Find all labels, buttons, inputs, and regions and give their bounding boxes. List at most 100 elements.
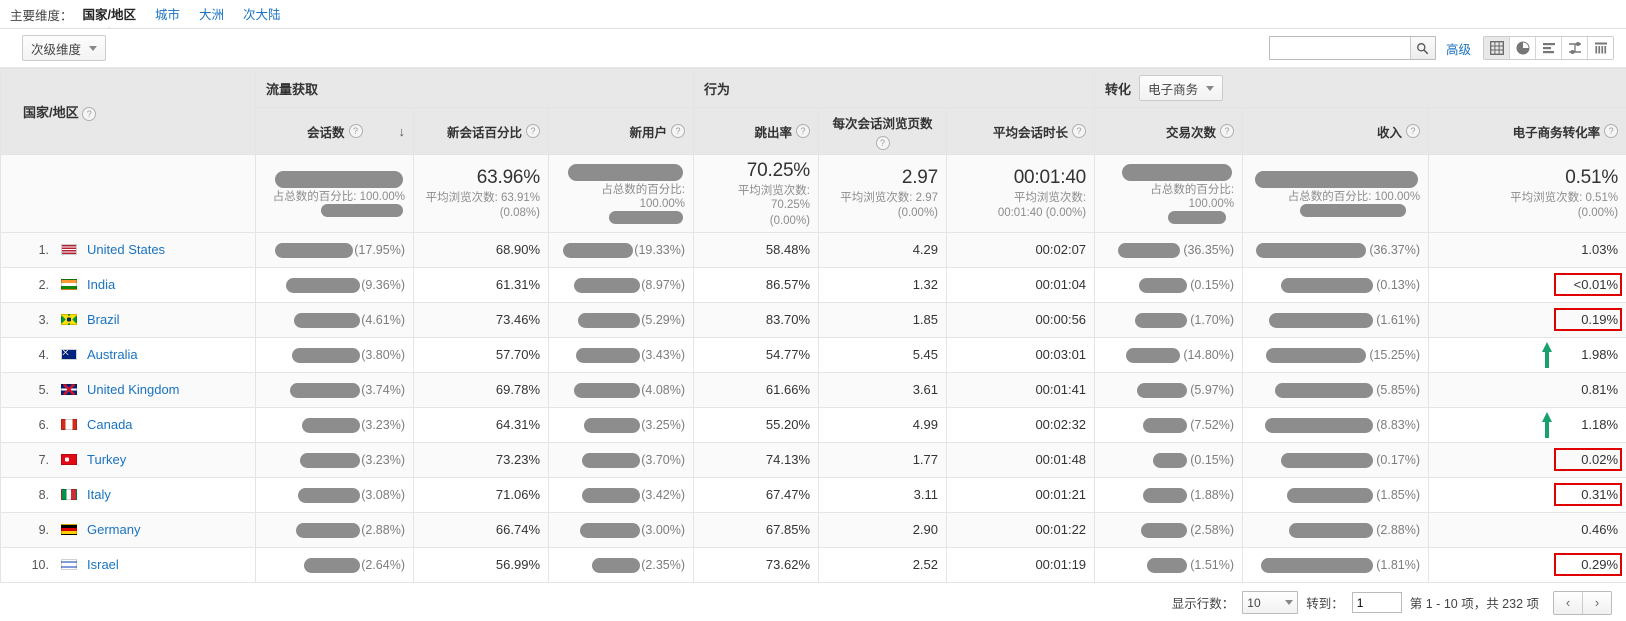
column-label-revenue: 收入 xyxy=(1377,125,1403,140)
cell-bounce-rate: 61.66% xyxy=(693,371,820,408)
summary-sub2-bounce-rate: (0.00%) xyxy=(769,214,811,227)
cell-sessions: (2.64%) xyxy=(255,546,414,583)
pie-chart-icon xyxy=(1516,41,1529,55)
summary-sub-new-users: 占总数的百分比: 100.00% xyxy=(601,183,686,210)
help-icon[interactable]: ? xyxy=(1406,124,1421,138)
dimension-tab-country[interactable]: 国家/地区 xyxy=(83,4,136,25)
cell-ecommerce-conv-rate: 1.18% xyxy=(1428,406,1626,443)
table-view-icon[interactable] xyxy=(1484,37,1510,59)
summary-cell-transactions: 占总数的百分比: 100.00% xyxy=(1094,154,1244,233)
cell-new-session-pct: 73.23% xyxy=(413,441,549,478)
cell-transactions-pct: (2.58%) xyxy=(1190,522,1235,537)
help-icon[interactable]: ? xyxy=(1220,124,1235,138)
row-index: 5. xyxy=(38,382,49,397)
column-header-revenue[interactable]: 收入 ? xyxy=(1242,107,1430,155)
row-country-cell[interactable]: 2. India xyxy=(0,266,256,303)
secondary-dimension-button[interactable]: 次级维度 xyxy=(22,35,107,61)
cell-bounce-rate-value: 86.57% xyxy=(765,277,811,293)
performance-view-icon[interactable] xyxy=(1536,37,1562,59)
help-icon[interactable]: ? xyxy=(796,124,811,138)
redaction-blob xyxy=(294,312,361,328)
dimension-tab-continent[interactable]: 大洲 xyxy=(199,4,224,25)
summary-sub-new-session-pct: 平均浏览次数: 63.91% xyxy=(425,191,540,204)
goto-page-input[interactable] xyxy=(1351,592,1402,614)
redaction-blob xyxy=(582,487,641,503)
sort-descending-icon[interactable]: ↓ xyxy=(399,124,406,139)
column-header-pages-per-session[interactable]: 每次会话浏览页数 ? xyxy=(818,107,948,155)
row-index: 3. xyxy=(38,312,49,327)
cell-new-session-pct-value: 61.31% xyxy=(495,277,540,293)
column-header-new-session-pct[interactable]: 新会话百分比 ? xyxy=(413,107,549,155)
column-header-ecommerce-conv-rate[interactable]: 电子商务转化率 ? xyxy=(1428,107,1626,155)
help-icon[interactable]: ? xyxy=(348,124,363,138)
cell-new-users: (3.25%) xyxy=(547,406,695,443)
column-header-bounce-rate[interactable]: 跳出率 ? xyxy=(693,107,820,155)
row-country-cell[interactable]: 1. United States xyxy=(0,231,256,268)
search-button[interactable] xyxy=(1409,37,1435,59)
country-link[interactable]: Canada xyxy=(87,417,133,432)
cell-revenue: (5.85%) xyxy=(1242,371,1430,408)
row-country-cell[interactable]: 3. Brazil xyxy=(0,301,256,338)
comparison-view-icon[interactable] xyxy=(1562,37,1588,59)
country-link[interactable]: Italy xyxy=(87,487,111,502)
country-link[interactable]: United States xyxy=(87,242,165,257)
previous-page-button[interactable]: ‹ xyxy=(1554,591,1582,614)
country-link[interactable]: Germany xyxy=(87,522,140,537)
column-header-transactions[interactable]: 交易次数 ? xyxy=(1094,107,1244,155)
help-icon[interactable]: ? xyxy=(82,106,97,121)
row-country-cell[interactable]: 6. Canada xyxy=(0,406,256,443)
help-icon[interactable]: ? xyxy=(671,124,686,138)
cell-new-session-pct-value: 73.46% xyxy=(495,312,540,328)
row-country-cell[interactable]: 5. United Kingdom xyxy=(0,371,256,408)
help-icon[interactable]: ? xyxy=(875,135,890,150)
rows-per-page-select[interactable]: 10 xyxy=(1242,591,1299,615)
cell-new-users-pct: (3.43%) xyxy=(641,347,686,362)
redaction-blob xyxy=(1289,522,1374,538)
pivot-view-icon[interactable] xyxy=(1588,37,1613,59)
summary-sub2-new-session-pct: (0.08%) xyxy=(499,207,540,220)
redaction-blob xyxy=(1135,312,1188,328)
country-link[interactable]: Israel xyxy=(87,557,119,572)
help-icon[interactable]: ? xyxy=(1604,124,1619,138)
row-index: 10. xyxy=(31,557,49,572)
redaction-blob xyxy=(1287,487,1374,503)
cell-sessions-pct: (17.95%) xyxy=(354,242,405,257)
cell-ecommerce-conv-rate-value: 0.31% xyxy=(1581,487,1619,503)
group-label-conversions: 转化 xyxy=(1105,81,1132,97)
country-link[interactable]: Brazil xyxy=(87,312,120,327)
dimension-tab-subcontinent[interactable]: 次大陆 xyxy=(243,4,281,25)
country-link[interactable]: Australia xyxy=(87,347,138,362)
cell-transactions-pct: (1.70%) xyxy=(1190,312,1235,327)
column-header-new-users[interactable]: 新用户 ? xyxy=(547,107,695,155)
help-icon[interactable]: ? xyxy=(1072,124,1087,138)
dimension-tab-city[interactable]: 城市 xyxy=(155,4,180,25)
column-header-sessions[interactable]: 会话数 ? ↓ xyxy=(255,107,414,155)
conversion-goal-select[interactable]: 电子商务 xyxy=(1139,75,1224,101)
redaction-blob xyxy=(1143,417,1188,433)
cell-new-session-pct: 71.06% xyxy=(413,476,549,513)
cell-bounce-rate-value: 67.85% xyxy=(765,522,811,538)
country-link[interactable]: United Kingdom xyxy=(87,382,180,397)
advanced-filter-link[interactable]: 高级 xyxy=(1446,39,1471,58)
pie-chart-view-icon[interactable] xyxy=(1510,37,1536,59)
country-link[interactable]: India xyxy=(87,277,115,292)
next-page-button[interactable]: › xyxy=(1582,591,1611,614)
row-country-cell[interactable]: 9. Germany xyxy=(0,511,256,548)
group-header-conversions: 转化 电子商务 xyxy=(1094,68,1626,108)
cell-avg-duration: 00:01:41 xyxy=(946,371,1096,408)
search-input[interactable] xyxy=(1269,38,1410,58)
row-country-cell[interactable]: 8. Italy xyxy=(0,476,256,513)
row-country-cell[interactable]: 10. Israel xyxy=(0,546,256,583)
row-index: 6. xyxy=(38,417,49,432)
row-country-cell[interactable]: 4. Australia xyxy=(0,336,256,373)
column-header-avg-duration[interactable]: 平均会话时长 ? xyxy=(946,107,1096,155)
row-country-cell[interactable]: 7. Turkey xyxy=(0,441,256,478)
annotation-green-arrow xyxy=(1540,341,1554,372)
cell-sessions: (3.23%) xyxy=(255,441,414,478)
redaction-blob xyxy=(580,522,641,538)
redaction-blob xyxy=(1143,487,1188,503)
help-icon[interactable]: ? xyxy=(526,124,540,138)
summary-cell-sessions: 占总数的百分比: 100.00% xyxy=(255,154,414,233)
cell-transactions: (7.52%) xyxy=(1094,406,1244,443)
country-link[interactable]: Turkey xyxy=(87,452,126,467)
